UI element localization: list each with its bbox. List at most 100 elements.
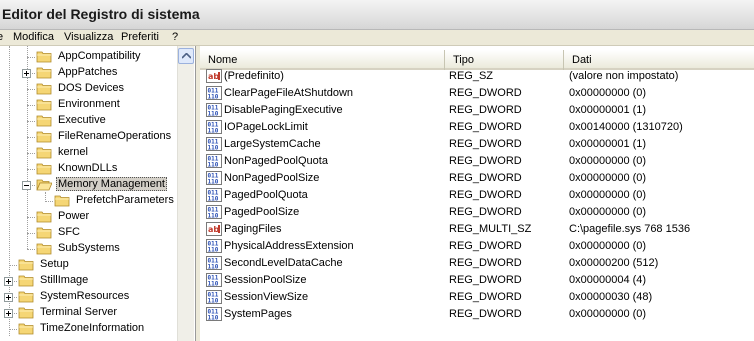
string-value-icon: ab <box>206 222 222 236</box>
scroll-up-button[interactable] <box>178 48 194 64</box>
folder-icon <box>36 226 52 239</box>
tree-node-label: FileRenameOperations <box>58 130 172 142</box>
value-name: SessionPoolSize <box>224 274 307 286</box>
table-row[interactable]: 011 110 PagedPoolSize REG_DWORD 0x00000000 (… <box>200 204 754 221</box>
table-row[interactable]: ab (Predefinito) REG_SZ (valore non imposta… <box>200 68 754 85</box>
value-data: 0x00000004 (4) <box>569 274 647 286</box>
value-type: REG_MULTI_SZ <box>449 223 532 235</box>
menu-preferiti[interactable]: Preferiti <box>121 31 159 43</box>
value-data: (valore non impostato) <box>569 70 679 82</box>
table-row[interactable]: 011 110 SystemPages REG_DWORD 0x00000000 (0) <box>200 306 754 323</box>
table-row[interactable]: 011 110 NonPagedPoolSize REG_DWORD 0x0000000… <box>200 170 754 187</box>
table-row[interactable]: ab PagingFiles REG_MULTI_SZ C:\pagefile.sys… <box>200 221 754 238</box>
chevron-up-icon <box>182 53 191 59</box>
value-type: REG_DWORD <box>449 291 522 303</box>
value-type: REG_DWORD <box>449 104 522 116</box>
value-type: REG_DWORD <box>449 155 522 167</box>
folder-icon <box>36 162 52 175</box>
value-name: NonPagedPoolSize <box>224 172 320 184</box>
value-type: REG_DWORD <box>449 138 522 150</box>
value-type: REG_DWORD <box>449 206 522 218</box>
expand-icon[interactable] <box>4 309 13 318</box>
value-data: 0x00000000 (0) <box>569 189 647 201</box>
tree-node-label: Memory Management <box>56 177 167 191</box>
value-name: PagingFiles <box>224 223 282 235</box>
value-type: REG_DWORD <box>449 87 522 99</box>
value-data: 0x00000000 (0) <box>569 87 647 99</box>
svg-text:110: 110 <box>208 281 219 288</box>
title-bar: Editor del Registro di sistema <box>0 0 754 30</box>
column-header-type[interactable]: Tipo <box>445 50 564 70</box>
table-row[interactable]: 011 110 IOPageLockLimit REG_DWORD 0x00140000… <box>200 119 754 136</box>
tree-node-label: KnownDLLs <box>58 162 118 174</box>
tree-connector <box>27 105 35 106</box>
table-row[interactable]: 011 110 DisablePagingExecutive REG_DWORD 0x0… <box>200 102 754 119</box>
value-data: 0x00000000 (0) <box>569 172 647 184</box>
tree-node-label: kernel <box>58 146 88 158</box>
menu-modifica[interactable]: Modifica <box>13 31 54 43</box>
value-data: C:\pagefile.sys 768 1536 <box>569 223 691 235</box>
registry-tree[interactable]: AppCompatibility AppPatches DOS Devices Env… <box>0 46 196 341</box>
binary-value-icon: 011 110 <box>206 307 222 322</box>
tree-node-label: AppCompatibility <box>58 50 141 62</box>
value-data: 0x00000030 (48) <box>569 291 653 303</box>
binary-value-icon: 011 110 <box>206 273 222 288</box>
table-row[interactable]: 011 110 LargeSystemCache REG_DWORD 0x0000000… <box>200 136 754 153</box>
tree-node-label: PrefetchParameters <box>76 194 174 206</box>
value-type: REG_DWORD <box>449 121 522 133</box>
svg-text:110: 110 <box>208 94 219 101</box>
folder-icon <box>18 258 34 271</box>
collapse-icon[interactable] <box>22 181 31 190</box>
value-name: DisablePagingExecutive <box>224 104 343 116</box>
table-row[interactable]: 011 110 NonPagedPoolQuota REG_DWORD 0x000000… <box>200 153 754 170</box>
list-header: Nome Tipo Dati <box>200 50 754 70</box>
value-data: 0x00140000 (1310720) <box>569 121 683 133</box>
folder-icon <box>18 290 34 303</box>
tree-connector <box>27 249 35 250</box>
menu-help[interactable]: ? <box>172 31 178 43</box>
svg-text:110: 110 <box>208 179 219 186</box>
expand-icon[interactable] <box>22 69 31 78</box>
string-value-icon: ab <box>206 69 222 83</box>
menu-visualizza[interactable]: Visualizza <box>64 31 113 43</box>
column-header-name[interactable]: Nome <box>200 50 445 70</box>
table-row[interactable]: 011 110 SecondLevelDataCache REG_DWORD 0x000… <box>200 255 754 272</box>
tree-scrollbar[interactable] <box>177 46 194 341</box>
value-data: 0x00000000 (0) <box>569 155 647 167</box>
menu-file-fragment[interactable]: e <box>0 31 3 43</box>
tree-connector <box>27 153 35 154</box>
svg-text:ab: ab <box>208 225 219 234</box>
svg-text:110: 110 <box>208 247 219 254</box>
expand-icon[interactable] <box>4 293 13 302</box>
tree-node-label: Terminal Server <box>40 306 118 318</box>
folder-icon <box>36 242 52 255</box>
tree-connector <box>27 89 35 90</box>
folder-icon <box>36 82 52 95</box>
value-data: 0x00000001 (1) <box>569 138 647 150</box>
table-row[interactable]: 011 110 SessionViewSize REG_DWORD 0x00000030… <box>200 289 754 306</box>
tree-connector <box>27 217 35 218</box>
binary-value-icon: 011 110 <box>206 137 222 152</box>
table-row[interactable]: 011 110 SessionPoolSize REG_DWORD 0x00000004… <box>200 272 754 289</box>
values-list[interactable]: Nome Tipo Dati ab (Predefinito) REG_SZ (val… <box>200 46 754 341</box>
binary-value-icon: 011 110 <box>206 86 222 101</box>
svg-text:110: 110 <box>208 315 219 322</box>
folder-icon <box>36 50 52 63</box>
table-row[interactable]: 011 110 PagedPoolQuota REG_DWORD 0x00000000 … <box>200 187 754 204</box>
table-row[interactable]: 011 110 ClearPageFileAtShutdown REG_DWORD 0x… <box>200 85 754 102</box>
tree-node-label: Power <box>58 210 90 222</box>
tree-node-label: Executive <box>58 114 106 126</box>
value-type: REG_DWORD <box>449 257 522 269</box>
folder-icon <box>36 66 52 79</box>
svg-text:110: 110 <box>208 213 219 220</box>
tree-node-label: DOS Devices <box>58 82 125 94</box>
column-header-data[interactable]: Dati <box>564 50 754 70</box>
tree-node-label: SubSystems <box>58 242 120 254</box>
value-data: 0x00000000 (0) <box>569 206 647 218</box>
binary-value-icon: 011 110 <box>206 239 222 254</box>
expand-icon[interactable] <box>4 277 13 286</box>
value-name: PagedPoolQuota <box>224 189 308 201</box>
binary-value-icon: 011 110 <box>206 256 222 271</box>
value-type: REG_SZ <box>449 70 494 82</box>
table-row[interactable]: 011 110 PhysicalAddressExtension REG_DWORD 0… <box>200 238 754 255</box>
